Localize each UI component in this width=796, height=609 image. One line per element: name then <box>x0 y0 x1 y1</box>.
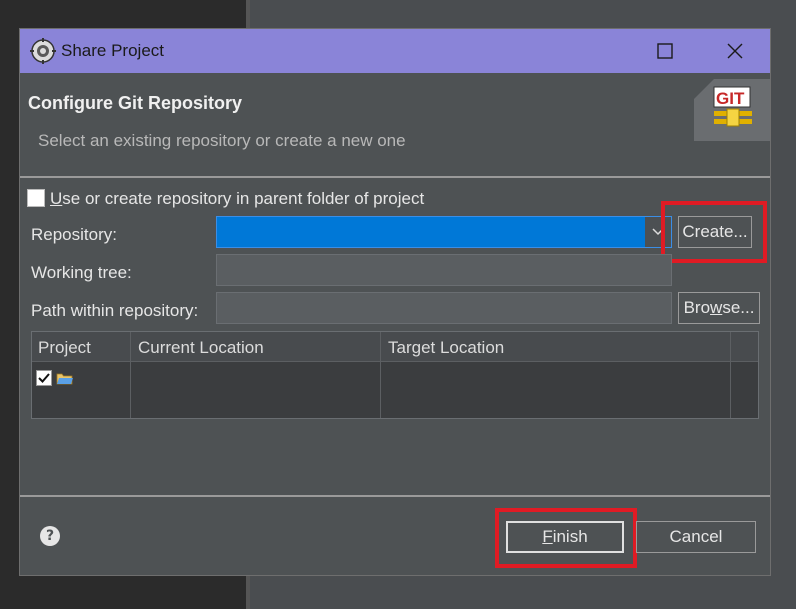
git-logo-text: GIT <box>716 89 745 108</box>
maximize-button[interactable] <box>630 29 700 73</box>
dialog-titlebar: Share Project <box>20 29 770 73</box>
page-title: Configure Git Repository <box>28 93 243 113</box>
cancel-button[interactable]: Cancel <box>636 521 756 553</box>
git-logo-icon: GIT <box>694 79 770 141</box>
use-parent-repository-checkbox[interactable] <box>27 189 45 207</box>
project-folder-icon <box>56 373 73 385</box>
highlight-finish-box <box>495 508 637 568</box>
column-header-current-location[interactable]: Current Location <box>138 338 264 358</box>
repository-label: Repository: <box>31 225 117 244</box>
use-parent-label-text: se or create repository in parent folder… <box>62 189 425 208</box>
close-button[interactable] <box>700 29 770 73</box>
share-project-dialog: Share Project Configure Git Repository S… <box>19 28 771 576</box>
working-tree-label: Working tree: <box>31 263 132 282</box>
maximize-icon <box>657 43 673 59</box>
wizard-banner: Configure Git Repository Select an exist… <box>20 73 770 177</box>
browse-button[interactable]: Bro w se... <box>678 292 760 324</box>
browse-text-pre: Bro <box>683 298 711 317</box>
highlight-create-box <box>661 201 767 263</box>
dialog-content: Use or create repository in parent folde… <box>20 179 770 497</box>
browse-text-post: se... <box>722 298 755 317</box>
use-parent-repository-label: Use or create repository in parent folde… <box>50 189 424 209</box>
working-tree-field <box>216 254 672 286</box>
checkbox-checked-icon[interactable] <box>36 370 52 386</box>
project-location-table[interactable]: Project Current Location Target Location <box>31 331 759 419</box>
repository-combo[interactable] <box>216 216 672 248</box>
column-divider <box>380 332 381 418</box>
column-header-project[interactable]: Project <box>38 338 91 358</box>
path-within-repository-label: Path within repository: <box>31 301 199 320</box>
column-divider <box>730 332 731 418</box>
path-within-repository-field[interactable] <box>216 292 672 324</box>
column-header-target-location[interactable]: Target Location <box>388 338 504 358</box>
table-row[interactable] <box>36 370 126 390</box>
page-description: Select an existing repository or create … <box>38 131 406 150</box>
close-icon <box>727 43 743 59</box>
help-icon[interactable]: ? <box>40 526 60 546</box>
column-divider <box>130 332 131 418</box>
browse-mnemonic: w <box>710 298 723 317</box>
footer-separator <box>20 495 770 497</box>
use-parent-mnemonic: U <box>50 189 63 208</box>
table-header: Project Current Location Target Location <box>32 332 758 362</box>
dialog-title: Share Project <box>61 41 164 60</box>
eclipse-gear-icon <box>30 38 56 64</box>
banner-separator <box>20 176 770 178</box>
